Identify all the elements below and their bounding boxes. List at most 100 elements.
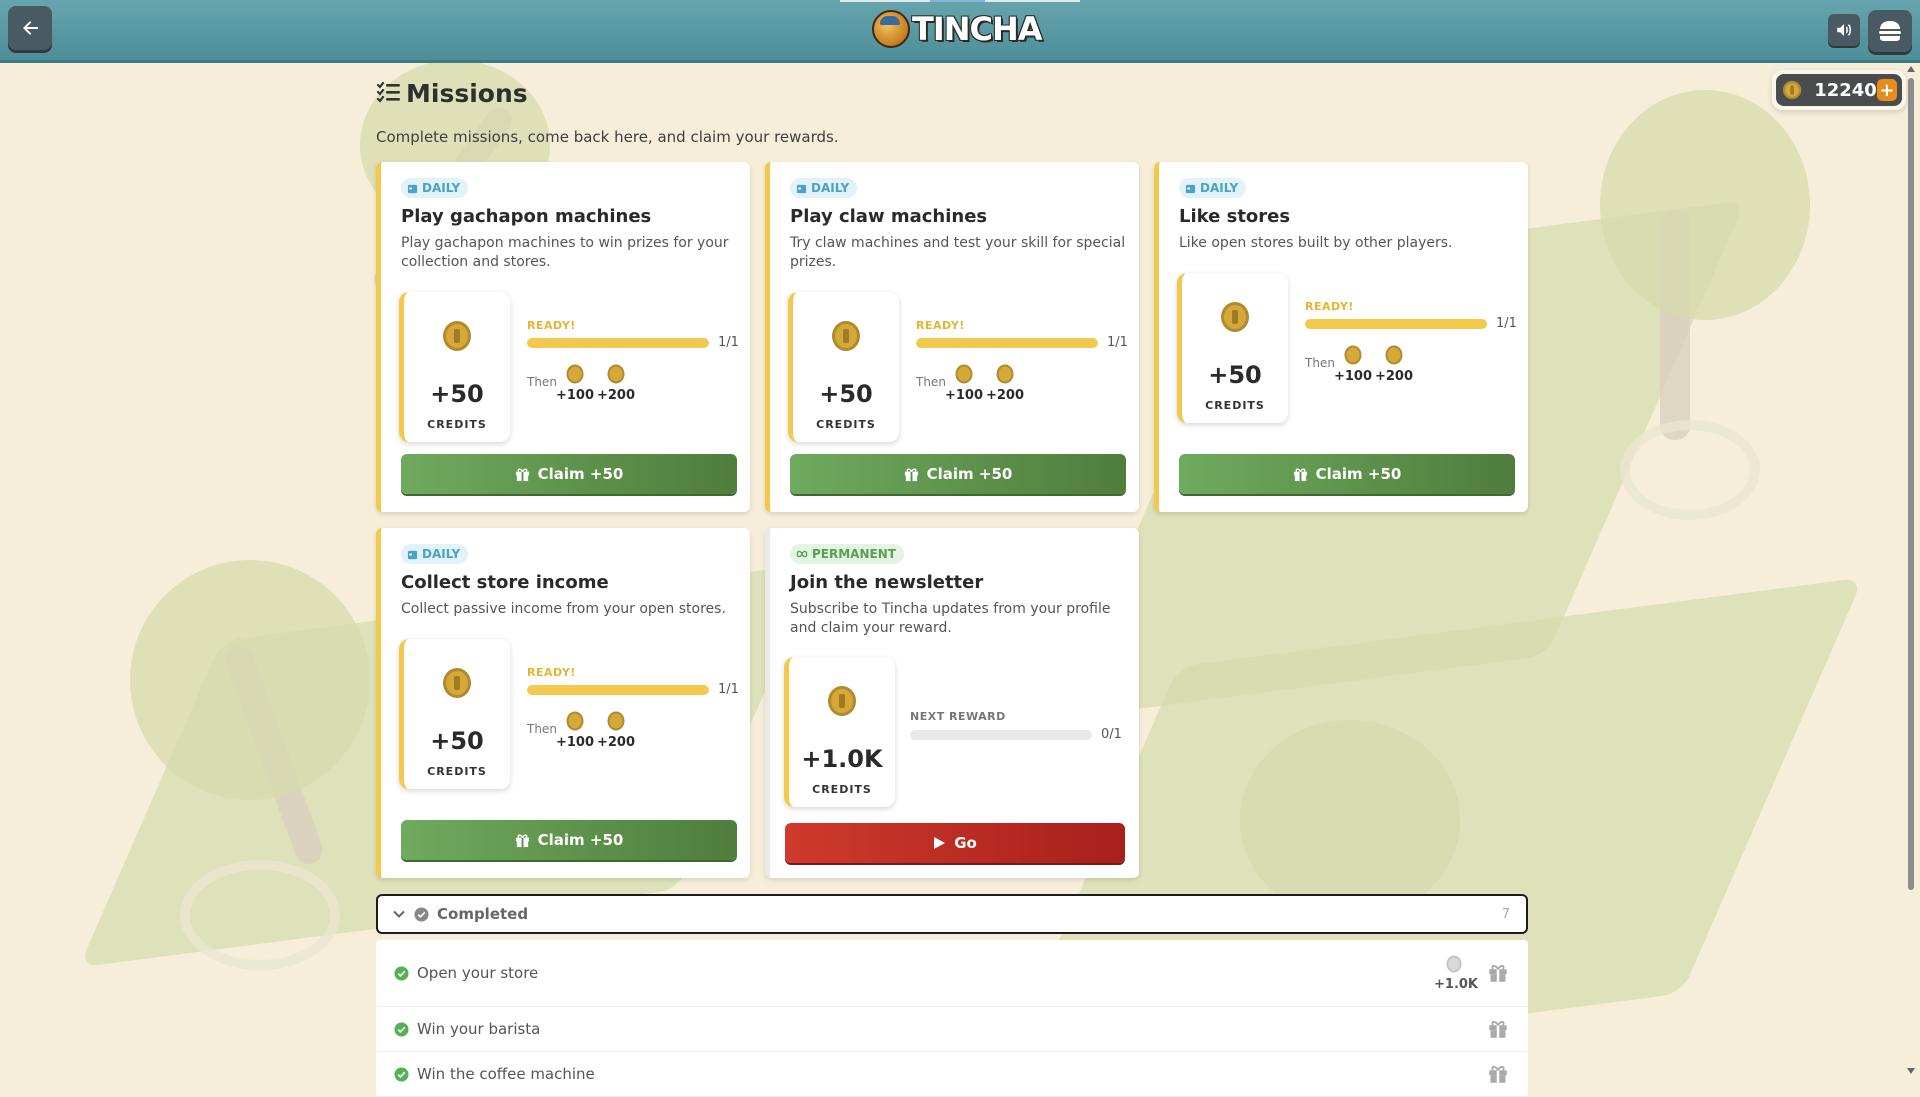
mission-title: Play gachapon machines bbox=[401, 206, 652, 227]
reward-label: CREDITS bbox=[816, 418, 876, 431]
menu-button[interactable] bbox=[1868, 10, 1912, 52]
tag-label: DAILY bbox=[422, 547, 461, 561]
go-button-label: Go bbox=[954, 834, 977, 852]
coin-icon bbox=[955, 364, 973, 384]
gachapon-logo-icon bbox=[872, 10, 910, 48]
claim-button[interactable]: Claim +50 bbox=[1179, 454, 1515, 494]
infinity-icon bbox=[796, 550, 808, 558]
coin-icon bbox=[607, 364, 625, 384]
next-reward: +200 bbox=[596, 711, 636, 750]
tag-label: DAILY bbox=[1200, 181, 1239, 195]
reward-amount: +1.0K bbox=[801, 745, 883, 773]
coin-icon bbox=[1446, 955, 1462, 972]
scroll-up-arrow[interactable] bbox=[1907, 66, 1915, 72]
add-credits-button[interactable]: + bbox=[1876, 79, 1897, 101]
missions-content: Missions Complete missions, come back he… bbox=[376, 72, 1528, 1097]
reward-box: +50 CREDITS bbox=[788, 292, 899, 442]
calendar-icon bbox=[796, 184, 807, 193]
progress-bar bbox=[910, 730, 1092, 740]
mission-description: Collect passive income from your open st… bbox=[401, 601, 726, 617]
page-header: Missions bbox=[376, 72, 1528, 114]
gift-icon bbox=[1489, 1021, 1507, 1038]
next-reward-amount: +100 bbox=[555, 388, 595, 403]
reward-box: +1.0K CREDITS bbox=[784, 657, 895, 807]
completed-label: Completed bbox=[437, 905, 529, 923]
progress-bar bbox=[527, 338, 709, 348]
calendar-icon bbox=[407, 184, 418, 193]
progress-bar bbox=[1305, 319, 1487, 329]
then-label: Then bbox=[1305, 356, 1335, 370]
tag-label: DAILY bbox=[422, 181, 461, 195]
completed-item: Open your store +1.0K bbox=[376, 940, 1528, 1007]
mission-card-claw: DAILY Play claw machines Try claw machin… bbox=[765, 162, 1139, 512]
completed-toggle[interactable]: Completed 7 bbox=[376, 894, 1528, 934]
logo-text: TINCHA bbox=[912, 10, 1043, 48]
gift-icon bbox=[1489, 965, 1507, 982]
claim-button[interactable]: Claim +50 bbox=[790, 454, 1126, 494]
mission-description: Subscribe to Tincha updates from your pr… bbox=[790, 601, 1111, 636]
claim-button-label: Claim +50 bbox=[1315, 465, 1402, 483]
next-reward-amount: +200 bbox=[596, 735, 636, 750]
progress-bar bbox=[527, 685, 709, 695]
speaker-icon bbox=[1837, 24, 1851, 36]
reward-box: +50 CREDITS bbox=[399, 639, 510, 789]
next-reward-amount: +200 bbox=[985, 388, 1025, 403]
back-button[interactable] bbox=[8, 6, 52, 50]
mission-description: Play gachapon machines to win prizes for… bbox=[401, 235, 729, 270]
claim-button[interactable]: Claim +50 bbox=[401, 820, 737, 860]
mission-description: Try claw machines and test your skill fo… bbox=[790, 235, 1126, 270]
tag-daily: DAILY bbox=[790, 178, 858, 198]
progress-count: 1/1 bbox=[718, 335, 739, 350]
mission-card-like-stores: DAILY Like stores Like open stores built… bbox=[1154, 162, 1528, 512]
scrollbar[interactable] bbox=[1906, 64, 1916, 1080]
tag-daily: DAILY bbox=[1179, 178, 1247, 198]
reward-amount: +50 bbox=[430, 727, 484, 755]
coin-icon bbox=[1221, 302, 1249, 332]
scrollbar-thumb[interactable] bbox=[1908, 78, 1914, 890]
next-reward: +200 bbox=[596, 364, 636, 403]
chevron-down-icon bbox=[393, 910, 405, 918]
coin-icon bbox=[1385, 345, 1403, 365]
next-reward-amount: +100 bbox=[1333, 369, 1373, 384]
coin-icon bbox=[828, 686, 856, 716]
progress-count: 1/1 bbox=[718, 682, 739, 697]
next-reward: +100 bbox=[555, 364, 595, 403]
mission-card-store-income: DAILY Collect store income Collect passi… bbox=[376, 528, 750, 878]
completed-list: Open your store +1.0K Win your barista W… bbox=[376, 940, 1528, 1097]
completed-item: Win your barista bbox=[376, 1007, 1528, 1052]
next-reward: +100 bbox=[944, 364, 984, 403]
burger-menu-icon bbox=[1879, 21, 1901, 41]
go-button[interactable]: Go bbox=[785, 823, 1125, 863]
claim-button[interactable]: Claim +50 bbox=[401, 454, 737, 494]
mission-description: Like open stores built by other players. bbox=[1179, 235, 1453, 251]
top-bar: TINCHA bbox=[0, 0, 1920, 63]
status-label: NEXT REWARD bbox=[910, 710, 1006, 723]
sound-button[interactable] bbox=[1828, 14, 1860, 46]
progress-fill bbox=[1305, 319, 1487, 329]
calendar-icon bbox=[407, 550, 418, 559]
claim-button-label: Claim +50 bbox=[537, 831, 624, 849]
scroll-down-arrow[interactable] bbox=[1907, 1068, 1915, 1074]
mission-title: Play claw machines bbox=[790, 206, 988, 227]
progress-count: 1/1 bbox=[1496, 316, 1517, 331]
check-circle-icon bbox=[394, 965, 409, 981]
check-circle-icon bbox=[394, 1021, 409, 1037]
reward-amount: +50 bbox=[819, 380, 873, 408]
reward-label: CREDITS bbox=[427, 765, 487, 778]
tag-label: PERMANENT bbox=[812, 547, 896, 561]
progress-bar bbox=[916, 338, 1098, 348]
completed-item-name: Win the coffee machine bbox=[417, 1065, 595, 1083]
app-logo[interactable]: TINCHA bbox=[872, 6, 1043, 52]
coin-icon bbox=[996, 364, 1014, 384]
mission-card-gachapon: DAILY Play gachapon machines Play gachap… bbox=[376, 162, 750, 512]
top-tab-indicator bbox=[840, 0, 1080, 2]
completed-item: Win the coffee machine bbox=[376, 1052, 1528, 1097]
status-label: READY! bbox=[527, 666, 576, 679]
coin-icon bbox=[443, 321, 471, 351]
play-icon bbox=[934, 837, 946, 849]
page-subtitle: Complete missions, come back here, and c… bbox=[376, 128, 839, 146]
next-reward-amount: +100 bbox=[555, 735, 595, 750]
reward-label: CREDITS bbox=[427, 418, 487, 431]
check-circle-icon bbox=[414, 906, 429, 922]
then-label: Then bbox=[527, 722, 557, 736]
